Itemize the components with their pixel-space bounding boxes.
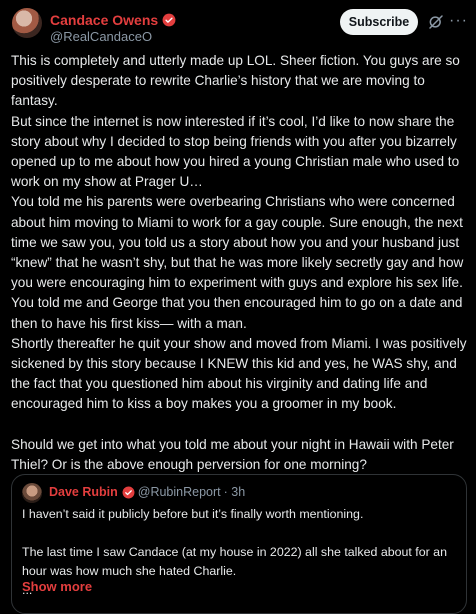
author-name-row: Candace Owens bbox=[50, 12, 176, 28]
avatar[interactable] bbox=[12, 8, 42, 38]
post-text: This is completely and utterly made up L… bbox=[11, 51, 469, 475]
post-paragraph: You told me his parents were overbearing… bbox=[11, 194, 464, 331]
more-icon[interactable]: ··· bbox=[449, 13, 467, 29]
show-more-link[interactable]: Show more bbox=[22, 579, 92, 594]
quoted-post[interactable]: Dave Rubin @RubinReport · 3h I haven’t s… bbox=[11, 474, 467, 614]
post-paragraph: But since the internet is now interested… bbox=[11, 113, 460, 190]
verified-badge-icon bbox=[162, 13, 176, 27]
quote-author-handle: @RubinReport bbox=[137, 485, 221, 499]
subscribe-button[interactable]: Subscribe bbox=[340, 9, 418, 35]
verified-badge-icon bbox=[122, 486, 135, 498]
author-name[interactable]: Candace Owens bbox=[50, 12, 158, 28]
quote-author-name: Dave Rubin bbox=[49, 485, 118, 499]
quote-paragraph: The last time I saw Candace (at my house… bbox=[22, 545, 447, 578]
post-header: Candace Owens @RealCandaceO Subscribe ··… bbox=[0, 0, 476, 48]
grok-icon[interactable] bbox=[427, 13, 445, 31]
post-paragraph: Should we get into what you told me abou… bbox=[11, 436, 454, 472]
post-paragraph: This is completely and utterly made up L… bbox=[11, 53, 460, 109]
quote-paragraph: I haven’t said it publicly before but it… bbox=[22, 507, 364, 521]
post-paragraph: Shortly thereafter he quit your show and… bbox=[11, 335, 467, 412]
quote-header: Dave Rubin @RubinReport · 3h bbox=[49, 485, 245, 499]
quote-avatar bbox=[22, 483, 42, 503]
quote-timestamp: · 3h bbox=[223, 485, 246, 499]
author-handle[interactable]: @RealCandaceO bbox=[50, 29, 152, 44]
